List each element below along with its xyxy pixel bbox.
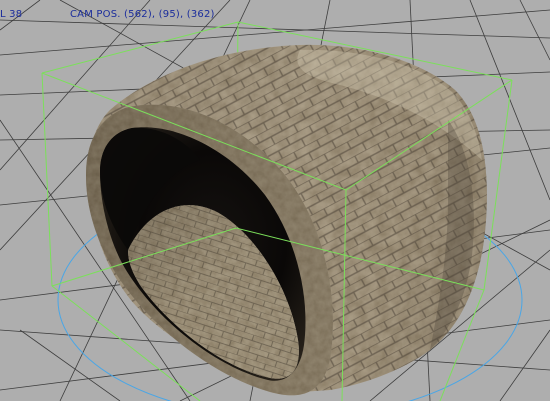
- hud-layer-label: L 38: [0, 9, 23, 20]
- 3d-viewport[interactable]: L 38 CAM POS. (562), (95), (362): [0, 0, 550, 401]
- viewport-scene[interactable]: [0, 0, 550, 401]
- hud-camera-position: CAM POS. (562), (95), (362): [70, 9, 215, 20]
